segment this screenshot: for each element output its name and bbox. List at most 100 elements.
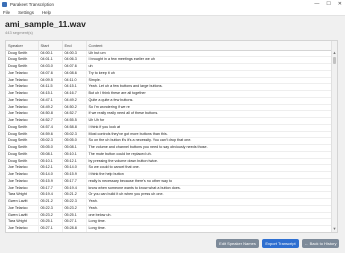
cell-speaker: Doug Smith — [6, 63, 39, 71]
cell-content: Uh Uh for — [86, 117, 334, 125]
table-row[interactable]: Joe Telarico 04:52.7 04:55.5 Uh Uh for — [6, 117, 334, 125]
table-row[interactable]: Joe Telarico 04:50.8 04:52.7 If we really r… — [6, 110, 334, 118]
app-icon — [2, 2, 7, 7]
close-icon[interactable]: ✕ — [338, 1, 342, 8]
cell-speaker: Doug Smith — [6, 124, 39, 132]
cell-end: 04:50.2 — [62, 104, 87, 112]
window-title: Parakeet Transcription — [10, 2, 54, 7]
table-row[interactable]: Doug Smith 05:02.3 05:05.0 So on the uh but… — [6, 137, 334, 145]
scroll-up-icon[interactable]: ▲ — [332, 50, 337, 56]
cell-content: Yeah. — [86, 198, 334, 206]
table-row[interactable]: Joe Telarico05:28.805:42.4We disc discus… — [6, 232, 333, 233]
table-row[interactable]: Doug Smith 04:00.1 04:00.3 Uh but um — [6, 50, 334, 58]
table-row[interactable]: Tara Wright 05:19.4 05:21.2 Or you can buil… — [6, 191, 334, 199]
cell-start: 04:49.2 — [38, 104, 63, 112]
cell-content: I think if you look at — [86, 124, 334, 132]
maximize-icon[interactable]: ☐ — [326, 1, 330, 8]
table-row[interactable]: Doug Smith 05:08.1 05:10.1 The mute button … — [6, 151, 334, 159]
table-row[interactable]: Joe Telarico 04:09.5 04:11.0 Simple. — [6, 77, 334, 85]
cell-speaker: Doug Smith — [6, 56, 39, 64]
cell-start: 05:05.0 — [38, 144, 63, 152]
cell-content: So I'm wondering if we re — [86, 104, 334, 112]
table-row[interactable]: Doug Smith 05:05.0 05:08.1 The volume and c… — [6, 144, 334, 152]
column-header-content[interactable]: Content — [86, 41, 334, 51]
table-row[interactable]: Joe Telarico 05:15.9 05:17.7 really is nece… — [6, 178, 334, 186]
cell-end: 05:17.7 — [62, 178, 87, 186]
cell-start: 05:27.1 — [38, 225, 63, 232]
table-row[interactable]: Doug Smith 04:01.1 04:06.3 I brought in a f… — [6, 56, 334, 64]
cell-end: 05:05.0 — [62, 137, 87, 145]
menu-bar: File Settings Help — [0, 9, 345, 16]
cell-end: 05:10.1 — [62, 151, 87, 159]
scroll-down-icon[interactable]: ▼ — [332, 226, 337, 232]
cell-speaker: Joe Telarico — [6, 185, 39, 193]
cell-end: 04:49.2 — [62, 97, 87, 105]
menu-settings[interactable]: Settings — [18, 10, 34, 15]
cell-speaker: Joe Telarico — [6, 104, 39, 112]
cell-end: 04:16.7 — [62, 90, 87, 98]
cell-end: 05:14.0 — [62, 164, 87, 172]
table-row[interactable]: Doug Smith 04:57.4 04:58.8 I think if you l… — [6, 124, 334, 132]
menu-file[interactable]: File — [3, 10, 10, 15]
table-row[interactable]: Joe Telarico 05:14.0 05:15.9 I think the he… — [6, 171, 334, 179]
table-row[interactable]: Gwen Lavitt 05:21.2 05:22.3 Yeah. — [6, 198, 334, 206]
transcript-table-container: Speaker Start End Content Doug Smith 04:0… — [5, 40, 338, 233]
window-controls: — ☐ ✕ — [314, 1, 342, 8]
cell-end: 04:11.0 — [62, 77, 87, 85]
column-header-speaker[interactable]: Speaker — [6, 41, 39, 51]
menu-help[interactable]: Help — [42, 10, 51, 15]
table-row[interactable]: Doug Smith 04:59.6 05:02.3 Most controls th… — [6, 131, 334, 139]
table-row[interactable]: Gwen Lavitt 05:23.2 05:25.1 one below uh. — [6, 212, 334, 220]
table-row[interactable]: Doug Smith 05:10.1 05:12.1 by pressing the … — [6, 158, 334, 166]
table-row[interactable]: Joe Telarico 04:49.2 04:50.2 So I'm wonderi… — [6, 104, 334, 112]
cell-content: Uh but um — [86, 50, 334, 58]
cell-end: 04:06.3 — [62, 56, 87, 64]
table-row[interactable]: Tara Wright 05:25.1 05:27.1 Long time. — [6, 218, 334, 226]
minimize-icon[interactable]: — — [314, 1, 319, 8]
table-row[interactable]: Joe Telarico 04:11.5 04:15.1 Yeah. Let uh a… — [6, 83, 334, 91]
cell-end: 05:19.4 — [62, 185, 87, 193]
cell-speaker: Joe Telarico — [6, 225, 39, 232]
cell-content: If we really really need all of these bu… — [86, 110, 334, 118]
cell-start: 04:59.6 — [38, 131, 63, 139]
cell-speaker: Doug Smith — [6, 50, 39, 58]
cell-content: know when someone wants to know what a b… — [86, 185, 334, 193]
cell-speaker: Doug Smith — [6, 151, 39, 159]
export-transcript-button[interactable]: Export Transcript — [262, 239, 299, 248]
cell-end: 05:23.2 — [62, 205, 87, 213]
cell-start: 04:00.1 — [38, 50, 63, 58]
cell-content: Yeah. — [86, 205, 334, 213]
transcript-table: Speaker Start End Content Doug Smith 04:0… — [6, 41, 334, 233]
cell-speaker: Joe Telarico — [6, 178, 39, 186]
cell-start: 05:23.2 — [38, 212, 63, 220]
cell-end: 05:27.1 — [62, 218, 87, 226]
cell-end: 05:22.3 — [62, 198, 87, 206]
column-header-end[interactable]: End — [62, 41, 87, 51]
cell-speaker: Doug Smith — [6, 131, 39, 139]
scrollbar-thumb[interactable] — [333, 57, 336, 64]
cell-start: 04:57.4 — [38, 124, 63, 132]
cell-content: Quite a quite a few buttons. — [86, 97, 334, 105]
cell-start: 04:11.5 — [38, 83, 63, 91]
table-row[interactable]: Joe Telarico 05:27.1 05:28.8 Long time. — [6, 225, 334, 232]
cell-start: 05:21.2 — [38, 198, 63, 206]
back-to-history-button[interactable]: ← Back to History — [302, 239, 339, 248]
vertical-scrollbar[interactable]: ▲ ▼ — [331, 41, 337, 232]
table-row[interactable]: Joe Telarico 05:12.1 05:14.0 So we could to… — [6, 164, 334, 172]
edit-speaker-names-button[interactable]: Edit Speaker Names — [216, 239, 259, 248]
file-name-heading: ami_sample_11.wav — [5, 19, 86, 29]
cell-content: Try to keep it uh — [86, 70, 334, 78]
table-row[interactable]: Joe Telarico 04:07.6 04:08.6 Try to keep it… — [6, 70, 334, 78]
table-row[interactable]: Joe Telarico 05:22.3 05:23.2 Yeah. — [6, 205, 334, 213]
cell-end: 05:15.9 — [62, 171, 87, 179]
table-row[interactable]: Doug Smith 04:03.0 04:07.6 uh — [6, 63, 334, 71]
column-header-start[interactable]: Start — [38, 41, 63, 51]
table-row[interactable]: Joe Telarico 04:15.1 04:16.7 But uh I think… — [6, 90, 334, 98]
cell-end: 05:12.1 — [62, 158, 87, 166]
cell-start: 04:50.8 — [38, 110, 63, 118]
cell-start: 04:47.1 — [38, 97, 63, 105]
table-row[interactable]: Joe Telarico 05:17.7 05:19.4 know when some… — [6, 185, 334, 193]
table-row[interactable]: Joe Telarico 04:47.1 04:49.2 Quite a quite … — [6, 97, 334, 105]
cell-speaker: Doug Smith — [6, 158, 39, 166]
cell-start: 05:25.1 — [38, 218, 63, 226]
